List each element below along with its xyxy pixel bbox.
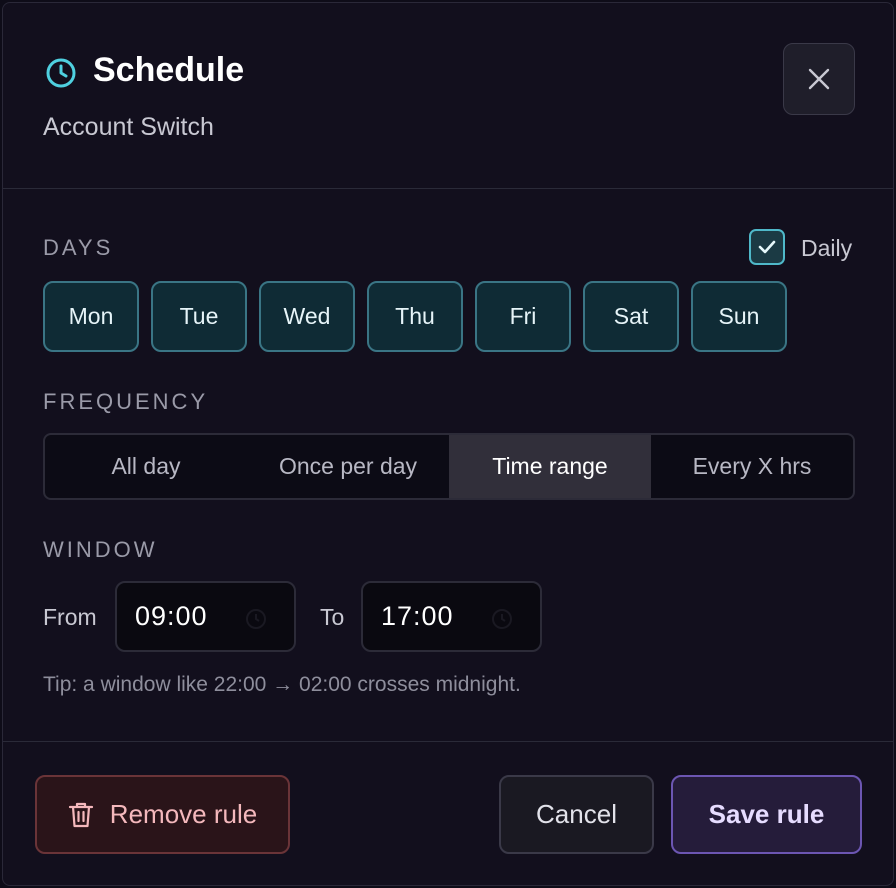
day-button-mon[interactable]: Mon: [43, 281, 139, 352]
to-label: To: [320, 604, 345, 630]
daily-label[interactable]: Daily: [801, 235, 852, 262]
window-tip: Tip: a window like 22:00 → 02:00 crosses…: [43, 673, 521, 696]
frequency-option-every-x-hrs[interactable]: Every X hrs: [651, 435, 853, 498]
to-time-input[interactable]: 17:00: [361, 581, 542, 652]
days-section-label: DAYS: [43, 235, 114, 260]
from-time-input[interactable]: 09:00: [115, 581, 296, 652]
frequency-option-all-day[interactable]: All day: [45, 435, 247, 498]
dialog-subtitle: Account Switch: [43, 113, 214, 141]
remove-rule-label: Remove rule: [109, 799, 258, 829]
day-button-tue[interactable]: Tue: [151, 281, 247, 352]
frequency-option-once-per-day[interactable]: Once per day: [247, 435, 449, 498]
cancel-button[interactable]: Cancel: [499, 775, 654, 854]
day-button-wed[interactable]: Wed: [259, 281, 355, 352]
close-button[interactable]: [783, 43, 855, 115]
clock-icon: [46, 58, 76, 88]
dialog-header: Schedule Account Switch: [3, 3, 893, 189]
day-button-thu[interactable]: Thu: [367, 281, 463, 352]
dialog-title: Schedule: [93, 51, 245, 89]
close-icon: [808, 68, 830, 90]
remove-rule-button[interactable]: Remove rule: [35, 775, 290, 854]
clock-icon[interactable]: [244, 607, 268, 631]
daily-checkbox[interactable]: [749, 229, 785, 265]
schedule-dialog: Schedule Account Switch DAYS Daily Mon T…: [2, 2, 894, 886]
clock-icon[interactable]: [490, 607, 514, 631]
to-time-value: 17:00: [381, 601, 454, 631]
save-rule-button[interactable]: Save rule: [671, 775, 862, 854]
from-time-value: 09:00: [135, 601, 208, 631]
frequency-option-time-range[interactable]: Time range: [449, 435, 651, 498]
day-button-sun[interactable]: Sun: [691, 281, 787, 352]
check-icon: [758, 240, 776, 254]
day-button-sat[interactable]: Sat: [583, 281, 679, 352]
window-section-label: WINDOW: [43, 537, 158, 562]
trash-icon: [68, 802, 93, 827]
footer-divider: [3, 741, 893, 742]
from-label: From: [43, 604, 97, 630]
frequency-segmented-control: All day Once per day Time range Every X …: [43, 433, 855, 500]
day-button-fri[interactable]: Fri: [475, 281, 571, 352]
frequency-section-label: FREQUENCY: [43, 389, 209, 414]
